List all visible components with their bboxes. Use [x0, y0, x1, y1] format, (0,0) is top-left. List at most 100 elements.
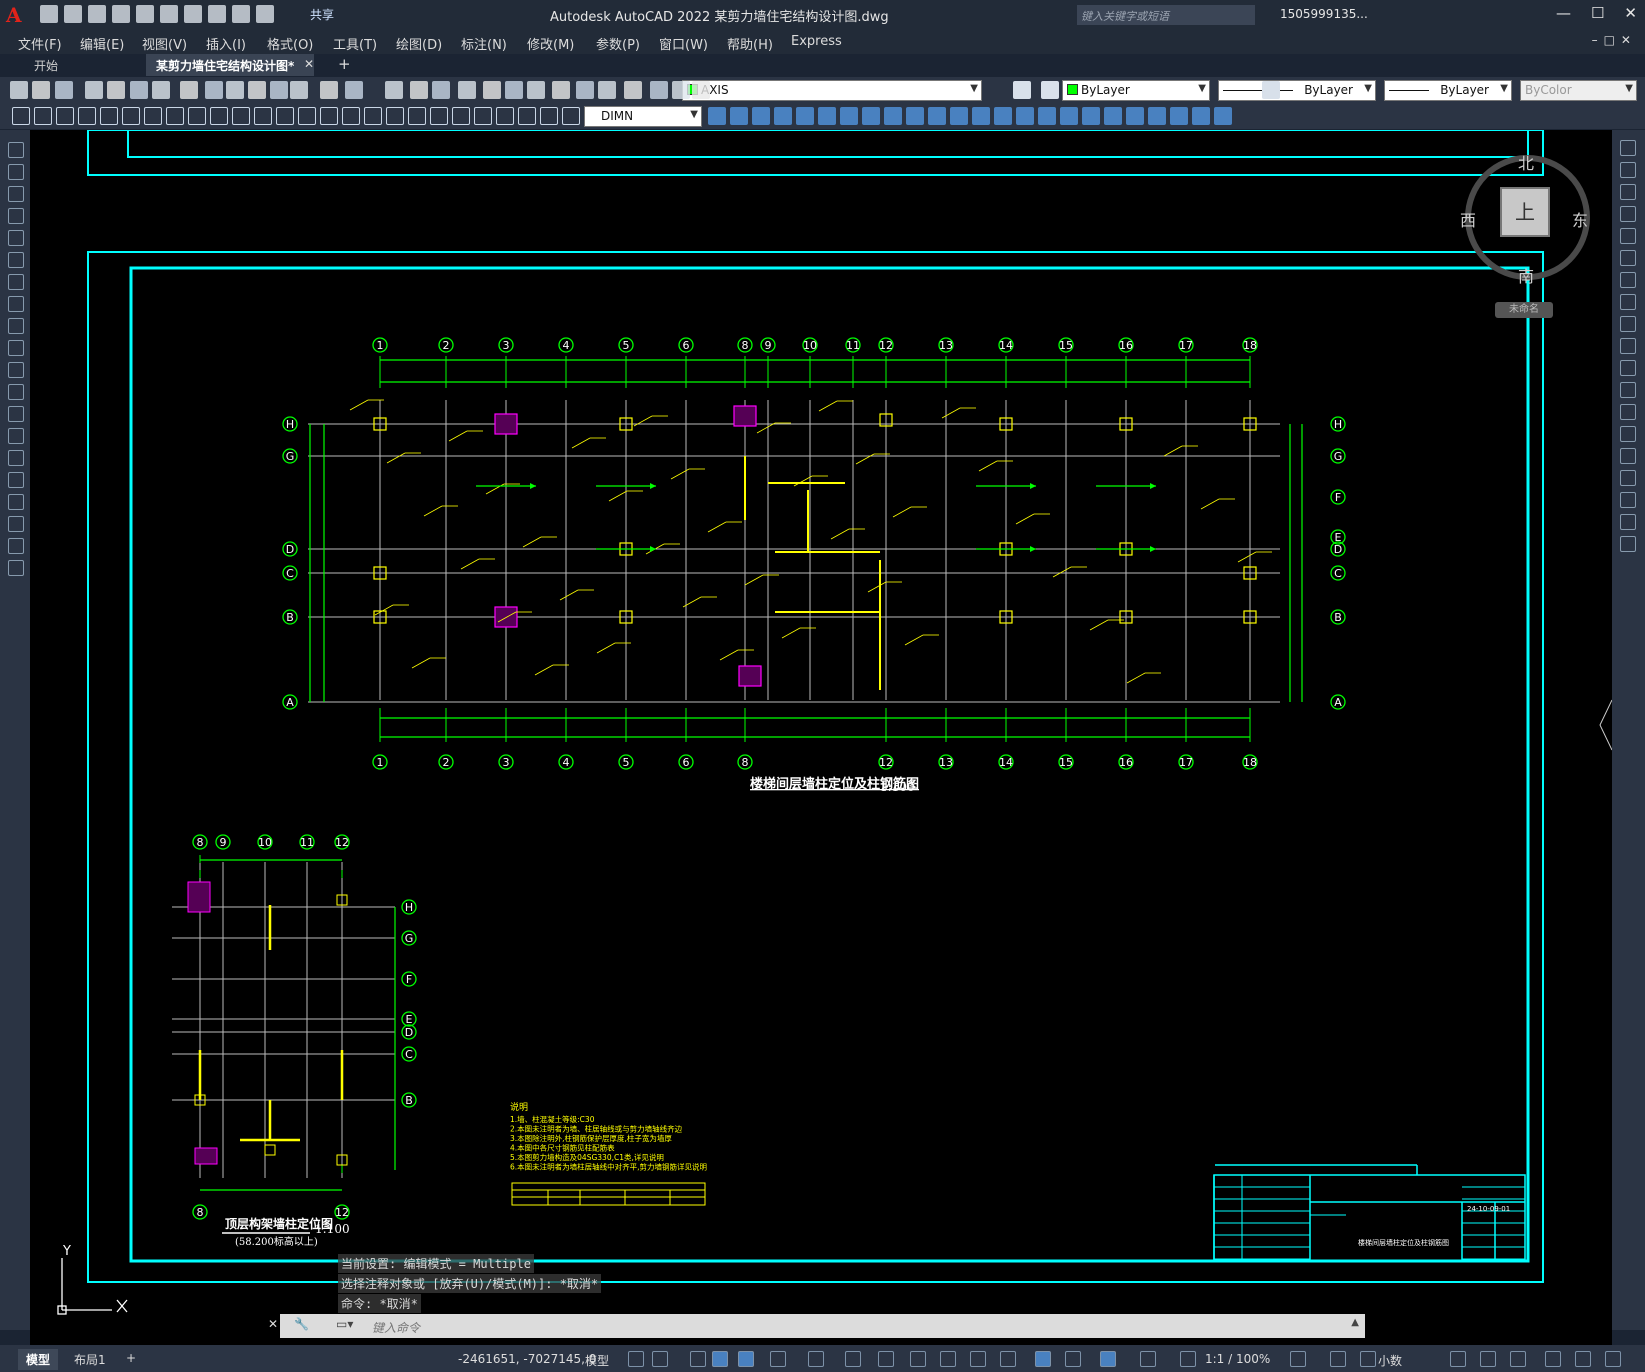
- modify-tool-icon[interactable]: [1104, 107, 1122, 125]
- menu-insert[interactable]: 插入(I): [206, 34, 246, 53]
- status-toggle-icon[interactable]: [1330, 1351, 1346, 1367]
- modify-tool-icon[interactable]: [1620, 228, 1636, 244]
- modify-tool-icon[interactable]: [1620, 316, 1636, 332]
- status-toggle-icon[interactable]: [1480, 1351, 1496, 1367]
- status-toggle-icon[interactable]: [1360, 1351, 1376, 1367]
- coordinates-readout[interactable]: -2461651, -7027145, 0: [458, 1352, 596, 1366]
- draw-tool-icon[interactable]: [8, 472, 24, 488]
- toolbar-tool-icon[interactable]: [180, 81, 198, 99]
- draw-tool-icon[interactable]: [8, 516, 24, 532]
- dimension-tool-icon[interactable]: [12, 107, 30, 125]
- dimension-tool-icon[interactable]: [100, 107, 118, 125]
- dimension-tool-icon[interactable]: [540, 107, 558, 125]
- drawing-canvas[interactable]: 楼梯间层墙柱定位及柱钢筋图 24-10-09-01 1 2 3 4 5 6 8 9 10 11 12…: [30, 130, 1612, 1345]
- annotation-scale[interactable]: 1:1 / 100%: [1205, 1352, 1270, 1366]
- dimension-tool-icon[interactable]: [408, 107, 426, 125]
- draw-tool-icon[interactable]: [8, 538, 24, 554]
- dimension-tool-icon[interactable]: [452, 107, 470, 125]
- dimension-tool-icon[interactable]: [56, 107, 74, 125]
- model-space-button[interactable]: 模型: [585, 1352, 609, 1369]
- dimension-tool-icon[interactable]: [122, 107, 140, 125]
- toolbar-tool-icon[interactable]: [152, 81, 170, 99]
- toolbar-tool-icon[interactable]: [527, 81, 545, 99]
- dimension-tool-icon[interactable]: [430, 107, 448, 125]
- toolbar-tool-icon[interactable]: [672, 81, 690, 99]
- modify-tool-icon[interactable]: [1620, 162, 1636, 178]
- draw-tool-icon[interactable]: [8, 208, 24, 224]
- modify-tool-icon[interactable]: [1620, 272, 1636, 288]
- status-toggle-icon[interactable]: [652, 1351, 668, 1367]
- layer-tool-icon[interactable]: [1013, 81, 1031, 99]
- status-toggle-icon[interactable]: [1450, 1351, 1466, 1367]
- draw-tool-icon[interactable]: [8, 186, 24, 202]
- plot-icon[interactable]: [184, 5, 202, 23]
- viewcube-south[interactable]: 南: [1518, 263, 1534, 287]
- dimension-tool-icon[interactable]: [342, 107, 360, 125]
- dimension-tool-icon[interactable]: [276, 107, 294, 125]
- draw-tool-icon[interactable]: [8, 318, 24, 334]
- status-toggle-icon[interactable]: [738, 1351, 754, 1367]
- dimension-tool-icon[interactable]: [518, 107, 536, 125]
- lineweight-dropdown[interactable]: ByLayer ▼: [1384, 80, 1512, 101]
- customize-icon[interactable]: 🔧: [294, 1317, 309, 1331]
- modify-tool-icon[interactable]: [906, 107, 924, 125]
- toolbar-tool-icon[interactable]: [32, 81, 50, 99]
- toolbar-tool-icon[interactable]: [650, 81, 668, 99]
- autocad-logo-icon[interactable]: A: [6, 3, 30, 27]
- command-line[interactable]: ✕ 🔧 ▭▾ 键入命令 ▲: [268, 1314, 1365, 1338]
- dimension-tool-icon[interactable]: [562, 107, 580, 125]
- modify-tool-icon[interactable]: [1620, 360, 1636, 376]
- modify-tool-icon[interactable]: [1060, 107, 1078, 125]
- modify-tool-icon[interactable]: [796, 107, 814, 125]
- navigation-bar-toggle-icon[interactable]: [1599, 699, 1612, 751]
- modify-tool-icon[interactable]: [950, 107, 968, 125]
- undo-icon[interactable]: [208, 5, 226, 23]
- toolbar-tool-icon[interactable]: [624, 81, 642, 99]
- modify-tool-icon[interactable]: [1620, 536, 1636, 552]
- linetype-dropdown[interactable]: ByLayer ▼: [1218, 80, 1376, 101]
- menu-view[interactable]: 视图(V): [142, 34, 187, 53]
- modify-tool-icon[interactable]: [818, 107, 836, 125]
- modify-tool-icon[interactable]: [972, 107, 990, 125]
- status-toggle-icon[interactable]: [970, 1351, 986, 1367]
- status-toggle-icon[interactable]: [1545, 1351, 1561, 1367]
- workspace-dropdown-icon[interactable]: [256, 5, 274, 23]
- modify-tool-icon[interactable]: [1192, 107, 1210, 125]
- status-toggle-icon[interactable]: [1290, 1351, 1306, 1367]
- draw-tool-icon[interactable]: [8, 362, 24, 378]
- toolbar-tool-icon[interactable]: [85, 81, 103, 99]
- modify-tool-icon[interactable]: [862, 107, 880, 125]
- menu-edit[interactable]: 编辑(E): [80, 34, 124, 53]
- user-account[interactable]: 1505999135...: [1280, 7, 1368, 21]
- dimension-tool-icon[interactable]: [210, 107, 228, 125]
- menu-dimension[interactable]: 标注(N): [461, 34, 507, 53]
- modify-tool-icon[interactable]: [1170, 107, 1188, 125]
- save-icon[interactable]: [88, 5, 106, 23]
- toolbar-tool-icon[interactable]: [248, 81, 266, 99]
- dimension-tool-icon[interactable]: [386, 107, 404, 125]
- modify-tool-icon[interactable]: [1620, 140, 1636, 156]
- toolbar-tool-icon[interactable]: [226, 81, 244, 99]
- status-toggle-icon[interactable]: [808, 1351, 824, 1367]
- tab-start[interactable]: 开始: [24, 54, 68, 76]
- toolbar-tool-icon[interactable]: [320, 81, 338, 99]
- toolbar-tool-icon[interactable]: [385, 81, 403, 99]
- draw-tool-icon[interactable]: [8, 428, 24, 444]
- status-toggle-icon[interactable]: [712, 1351, 728, 1367]
- status-toggle-icon[interactable]: [940, 1351, 956, 1367]
- units-dropdown[interactable]: 小数: [1378, 1352, 1402, 1369]
- close-icon[interactable]: ✕: [1624, 4, 1637, 22]
- tab-active-drawing[interactable]: 某剪力墙住宅结构设计图*: [146, 54, 314, 76]
- draw-tool-icon[interactable]: [8, 252, 24, 268]
- status-toggle-icon[interactable]: [1140, 1351, 1156, 1367]
- status-toggle-icon[interactable]: [1510, 1351, 1526, 1367]
- viewcube-east[interactable]: 东: [1572, 207, 1588, 231]
- save-as-icon[interactable]: [112, 5, 130, 23]
- dimension-tool-icon[interactable]: [78, 107, 96, 125]
- viewcube-north[interactable]: 北: [1518, 150, 1534, 174]
- open-web-icon[interactable]: [136, 5, 154, 23]
- modify-tool-icon[interactable]: [1148, 107, 1166, 125]
- new-file-icon[interactable]: [40, 5, 58, 23]
- modify-tool-icon[interactable]: [1620, 448, 1636, 464]
- modify-tool-icon[interactable]: [774, 107, 792, 125]
